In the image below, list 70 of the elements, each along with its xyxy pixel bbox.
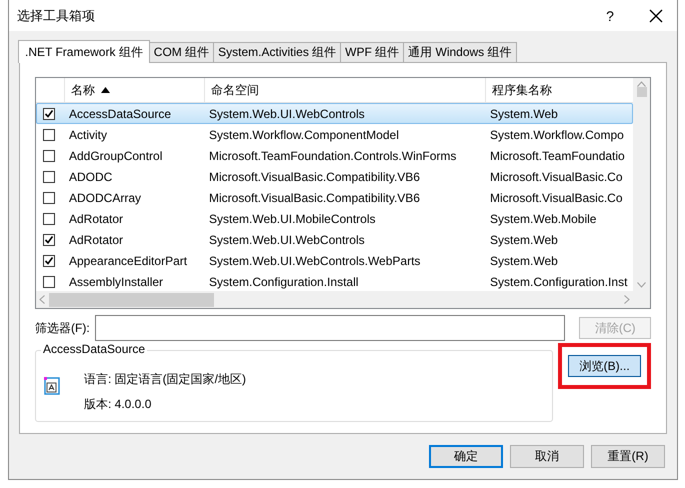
list-row[interactable]: AccessDataSource System.Web.UI.WebControls System.Web [36, 103, 633, 124]
list-row[interactable]: AddGroupControl Microsoft.TeamFoundation.Controls.WinForms Microsoft.TeamFoundatio [36, 145, 633, 166]
table-cell-text: System.Web.UI.WebControls [208, 232, 366, 246]
scroll-thumb[interactable] [49, 292, 214, 306]
table-cell-text: System.Configuration.Inst [489, 274, 628, 288]
table-cell-text: Microsoft.VisualBasic.Compatibility.VB6 [208, 170, 421, 184]
checkbox[interactable] [43, 150, 55, 162]
table-cell-text: System.Web.UI.WebControls [208, 106, 366, 120]
column-header[interactable]: 程序集名称 [492, 82, 552, 98]
close-icon[interactable] [649, 8, 663, 22]
table-cell-text: System.Configuration.Install [208, 274, 360, 288]
checkbox[interactable] [43, 276, 55, 288]
table-cell-text: System.Web.UI.MobileControls [208, 212, 376, 226]
dialog-button[interactable]: 取消 [510, 445, 584, 468]
table-cell-text: Microsoft.VisualBasic.Co [489, 190, 624, 204]
table-cell-text: Microsoft.VisualBasic.Compatibility.VB6 [208, 190, 421, 204]
version-text: 版本: 4.0.0.0 [84, 396, 152, 413]
tab[interactable]: 通用 Windows 组件 [403, 42, 517, 62]
table-cell-text: AssemblyInstaller [68, 274, 164, 288]
list-row[interactable]: Activity System.Workflow.ComponentModel System.Workflow.Compo [36, 124, 633, 145]
table-cell-text: AccessDataSource [68, 106, 172, 120]
table-cell-text: Microsoft.TeamFoundation.Controls.WinForms [208, 148, 458, 162]
table-cell-text: AddGroupControl [68, 148, 164, 162]
language-text: 语言: 固定语言(固定国家/地区) [84, 371, 246, 388]
table-cell-text: AdRotator [68, 232, 124, 246]
table-cell-text: System.Workflow.ComponentModel [208, 128, 400, 142]
tab[interactable]: WPF 组件 [340, 42, 404, 62]
table-cell-text: AdRotator [68, 212, 124, 226]
list-row[interactable]: AssemblyInstaller System.Configuration.Install System.Configuration.Inst [36, 271, 633, 291]
table-cell-text: Activity [68, 128, 108, 142]
checkbox[interactable] [43, 254, 55, 266]
column-header[interactable]: 命名空间 [211, 82, 259, 98]
tab[interactable]: COM 组件 [148, 42, 214, 62]
checkbox[interactable] [43, 192, 55, 204]
table-cell-text: System.Workflow.Compo [489, 128, 625, 142]
table-cell-text: Microsoft.VisualBasic.Co [489, 170, 624, 184]
table-cell-text: System.Web.Mobile [489, 212, 598, 226]
list-row[interactable]: ADODC Microsoft.VisualBasic.Compatibility.VB6 Microsoft.VisualBasic.Co [36, 166, 633, 187]
tab[interactable]: .NET Framework 组件 [18, 40, 150, 63]
filter-label: 筛选器(F): [35, 320, 90, 336]
table-cell-text: AppearanceEditorPart [68, 254, 188, 268]
table-cell-text: System.Web [489, 106, 559, 120]
list-row[interactable]: ADODCArray Microsoft.VisualBasic.Compatibility.VB6 Microsoft.VisualBasic.Co [36, 187, 633, 208]
table-cell-text: System.Web [489, 232, 559, 246]
table-cell-text: System.Web [489, 254, 559, 268]
table-cell-text: System.Web.UI.WebControls.WebParts [208, 254, 422, 268]
filter-field[interactable] [94, 315, 566, 341]
browse-button[interactable]: 浏览(B)... [568, 355, 642, 377]
vertical-scrollbar[interactable] [633, 78, 650, 291]
dialog-button[interactable]: 重置(R) [591, 445, 665, 468]
table-cell-text: ADODC [68, 170, 114, 184]
table-cell-text: ADODCArray [68, 190, 142, 204]
details-title: AccessDataSource [41, 342, 148, 356]
dialog-button[interactable]: 确定 [429, 445, 503, 468]
checkbox[interactable] [43, 108, 55, 120]
checkbox[interactable] [43, 128, 55, 140]
tab[interactable]: System.Activities 组件 [213, 42, 342, 62]
column-header[interactable]: 名称 [71, 82, 95, 98]
list-row[interactable]: AdRotator System.Web.UI.MobileControls System.Web.Mobile [36, 208, 633, 229]
help-button[interactable]: ? [587, 8, 633, 24]
scroll-thumb[interactable] [636, 87, 646, 97]
table-cell-text: Microsoft.TeamFoundatio [489, 148, 626, 162]
component-icon [44, 377, 60, 395]
checkbox[interactable] [43, 212, 55, 224]
list-row[interactable]: AppearanceEditorPart System.Web.UI.WebControls.WebParts System.Web [36, 250, 633, 271]
list-row[interactable]: AdRotator System.Web.UI.WebControls System.Web [36, 229, 633, 250]
horizontal-scrollbar[interactable] [36, 291, 633, 308]
checkbox[interactable] [43, 234, 55, 246]
checkbox[interactable] [43, 170, 55, 182]
window-title: 选择工具箱项 [17, 6, 96, 24]
